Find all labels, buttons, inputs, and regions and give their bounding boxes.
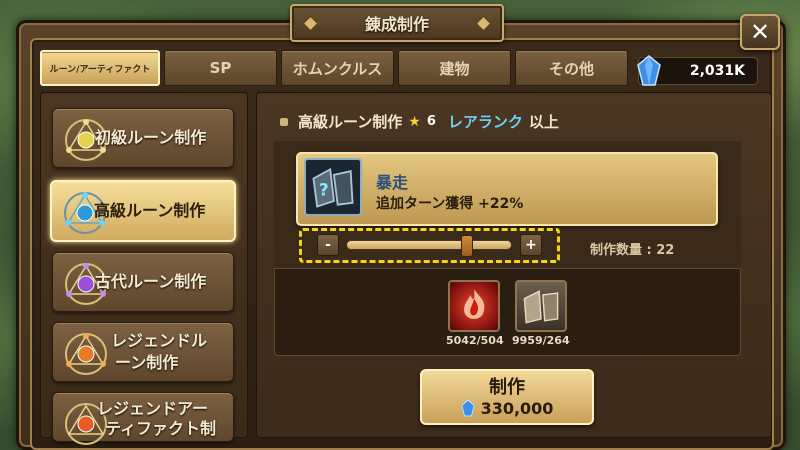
- tab-sp[interactable]: SP: [164, 50, 277, 86]
- tab-label: その他: [548, 59, 594, 78]
- craft-cost-amount: 330,000: [480, 398, 554, 418]
- crystal-counter: 2,031K: [637, 55, 758, 86]
- rune-stone-count: 9959/264: [512, 334, 570, 347]
- star-count: 6: [426, 114, 436, 129]
- star-icon: ★: [408, 113, 421, 130]
- tab-building[interactable]: 建物: [398, 50, 511, 86]
- rarity-label: レアランク: [447, 113, 523, 131]
- rune-stone-icon[interactable]: [515, 280, 567, 332]
- category-ancient-rune[interactable]: 古代ルーン制作: [52, 252, 234, 312]
- fire-symbol-icon: [464, 289, 485, 319]
- category-label-line1: レジェンドル: [111, 331, 208, 350]
- quantity-slider-knob[interactable]: [461, 235, 474, 257]
- section-title: 高級ルーン制作: [298, 113, 403, 131]
- category-legend-artifact[interactable]: レジェンドアー ティファクト制: [52, 392, 234, 445]
- stone-shards-icon: [523, 290, 559, 324]
- category-label-line2: ーン制作: [115, 353, 179, 372]
- blue-crystal-icon: [637, 55, 661, 86]
- rune-set-name: 暴走: [376, 173, 409, 192]
- category-label: 初級ルーン制作: [95, 128, 207, 147]
- rarity-suffix: 以上: [528, 113, 559, 131]
- fire-essence-icon[interactable]: [448, 280, 500, 332]
- svg-text:?: ?: [319, 179, 329, 199]
- quantity-slider-track[interactable]: [346, 240, 512, 250]
- decrease-quantity-button[interactable]: -: [317, 234, 339, 256]
- increase-quantity-button[interactable]: +: [520, 234, 542, 256]
- diamond-ornament-icon: [477, 17, 490, 30]
- bullet-icon: [280, 117, 288, 126]
- rune-thumbnail: ?: [304, 158, 362, 216]
- tab-label: 建物: [439, 59, 470, 78]
- crystal-amount: 2,031K: [689, 63, 745, 79]
- rune-circle-orange-icon: [65, 333, 107, 375]
- window-title: 錬成制作: [364, 15, 429, 34]
- category-label-line2: ティファクト制: [105, 419, 217, 438]
- category-tabs: ルーン/アーティファクト SP ホムンクルス 建物 その他: [40, 50, 628, 86]
- tab-label: SP: [209, 59, 232, 77]
- blue-crystal-icon: [460, 399, 475, 417]
- section-heading: 高級ルーン制作 ★ 6 レアランク 以上: [280, 111, 559, 132]
- craft-cost: 330,000: [460, 398, 554, 418]
- category-label-line1: レジェンドアー: [97, 399, 209, 418]
- unknown-rune-icon: ?: [312, 167, 354, 208]
- close-button[interactable]: ✕: [740, 14, 780, 50]
- category-label: 古代ルーン制作: [95, 272, 207, 291]
- rune-set-effect: 追加ターン獲得 +22%: [376, 196, 524, 212]
- fire-essence-count: 5042/504: [446, 334, 504, 347]
- craft-quantity-label: 制作数量 : 22: [590, 243, 675, 258]
- craft-button[interactable]: 制作 330,000: [420, 369, 594, 425]
- category-advanced-rune[interactable]: 高級ルーン制作: [50, 180, 236, 242]
- tab-homunculus[interactable]: ホムンクルス: [281, 50, 394, 86]
- category-legend-rune[interactable]: レジェンドル ーン制作: [52, 322, 234, 382]
- tab-rune-artifact[interactable]: ルーン/アーティファクト: [40, 50, 160, 86]
- craft-button-label: 制作: [489, 376, 525, 398]
- category-basic-rune[interactable]: 初級ルーン制作: [52, 108, 234, 168]
- tab-other[interactable]: その他: [515, 50, 628, 86]
- tab-label: ホムンクルス: [292, 59, 383, 78]
- close-icon: ✕: [749, 18, 771, 46]
- category-label: 高級ルーン制作: [94, 201, 206, 220]
- diamond-ornament-icon: [304, 17, 317, 30]
- tab-label: ルーン/アーティファクト: [49, 64, 151, 75]
- window-title-plate: 錬成制作: [290, 4, 504, 42]
